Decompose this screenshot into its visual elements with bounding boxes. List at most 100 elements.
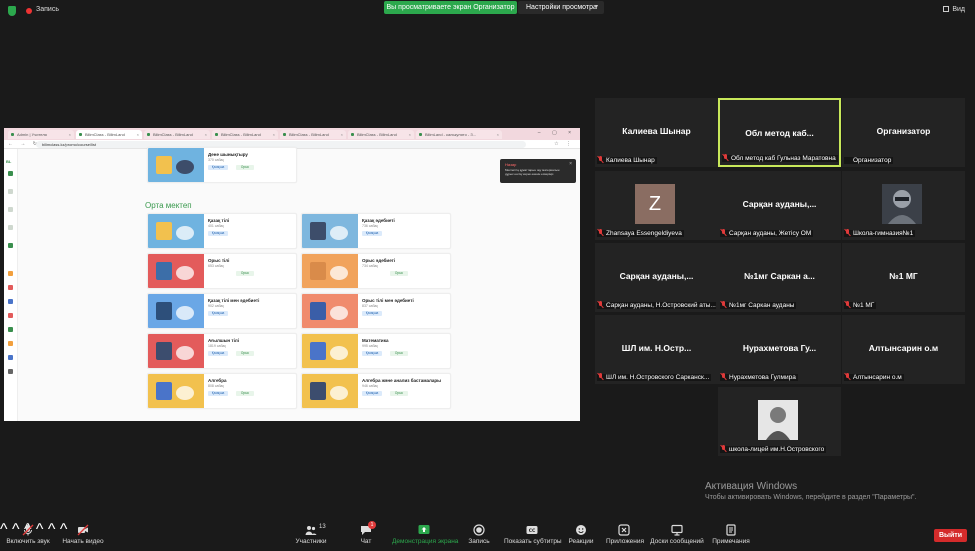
course-card[interactable]: Алгебра және анализ бастамалары 946 сабақ… xyxy=(301,373,451,409)
close-icon[interactable]: × xyxy=(205,130,207,139)
lang-tag[interactable]: Қазақша xyxy=(208,311,228,316)
lang-tag[interactable]: Қазақша xyxy=(362,351,382,356)
menu-icon[interactable] xyxy=(8,271,13,276)
course-lessons: 736 сабақ xyxy=(362,224,378,228)
lang-tag[interactable]: Орыс xyxy=(236,351,254,356)
menu-icon[interactable] xyxy=(8,327,13,332)
whiteboards-button[interactable]: Доски сообщений xyxy=(650,523,704,545)
view-button[interactable]: Вид xyxy=(943,6,965,13)
close-icon[interactable]: × xyxy=(409,130,411,139)
participant-tile[interactable]: Алтынсарин о.м Алтынсарин о.м xyxy=(842,315,965,384)
mic-muted-icon xyxy=(721,445,726,452)
lang-tag[interactable]: Орыс xyxy=(236,165,254,170)
apps-button[interactable]: Приложения xyxy=(606,523,644,545)
menu-icon[interactable] xyxy=(8,243,13,248)
menu-icon[interactable] xyxy=(8,225,13,230)
participant-tile[interactable]: №1мг Саркан а... №1мг Саркан ауданы xyxy=(718,243,841,312)
close-icon[interactable]: × xyxy=(497,130,499,139)
record-button[interactable]: Запись xyxy=(468,523,490,545)
lang-tag[interactable]: Қазақша xyxy=(208,391,228,396)
close-icon[interactable]: × xyxy=(137,130,139,139)
participant-tile[interactable]: Нурахметова Гу... Нурахметова Гулмира xyxy=(718,315,841,384)
course-thumbnail xyxy=(148,374,204,408)
lang-tag[interactable]: Қазақша xyxy=(362,231,382,236)
menu-icon[interactable] xyxy=(8,207,13,212)
menu-icon[interactable] xyxy=(8,313,13,318)
browser-tab[interactable]: BilimClass - BilimLand × xyxy=(348,130,414,139)
lang-tag[interactable]: Қазақша xyxy=(208,351,228,356)
close-icon[interactable]: × xyxy=(569,161,572,167)
participants-button[interactable]: 13 Участники xyxy=(294,523,328,545)
course-title: Орыс тілі мен әдебиеті xyxy=(362,298,414,303)
course-card[interactable]: Дене шынықтыру 370 сабақ Қазақша Орыс xyxy=(147,147,297,183)
captions-button[interactable]: CC Показать субтитры xyxy=(504,523,562,545)
participant-display-name: №1 МГ xyxy=(889,271,918,281)
lang-tag[interactable]: Орыс xyxy=(390,271,408,276)
unmute-button[interactable]: Включить звук xyxy=(6,523,50,545)
browser-menu-icon[interactable]: ☆ ⋮ xyxy=(554,141,574,147)
browser-tab[interactable]: BilimClass - BilimLand × xyxy=(280,130,346,139)
participant-tile[interactable]: Обл метод каб... Обл метод каб Гульназ Ма… xyxy=(718,98,841,167)
participants-count: 13 xyxy=(319,524,326,530)
notes-button[interactable]: Примечания xyxy=(712,523,750,545)
home-icon[interactable] xyxy=(8,171,13,176)
participant-tile[interactable]: школа-лицей им.Н.Островского xyxy=(718,387,841,456)
participant-tile[interactable]: Z Zhansaya Essengeldiyeva xyxy=(595,171,718,240)
menu-icon[interactable] xyxy=(8,341,13,346)
lang-tag[interactable]: Орыс xyxy=(236,391,254,396)
browser-tab[interactable]: BilimClass - BilimLand × xyxy=(144,130,210,139)
browser-tab[interactable]: BilimLand - калькулято - З... × xyxy=(416,130,502,139)
menu-icon[interactable] xyxy=(8,285,13,290)
lang-tag[interactable]: Қазақша xyxy=(208,165,228,170)
menu-icon[interactable] xyxy=(8,355,13,360)
participant-tile[interactable]: Школа-гимназия№1 xyxy=(842,171,965,240)
video-off-icon xyxy=(77,523,89,536)
participant-label: Алтынсарин о.м xyxy=(844,374,904,381)
browser-tab[interactable]: Admin | Учителя × xyxy=(8,130,74,139)
leave-button[interactable]: Выйти xyxy=(934,529,967,542)
chat-button[interactable]: 1 Чат xyxy=(356,521,376,545)
menu-icon[interactable] xyxy=(8,299,13,304)
close-icon[interactable]: × xyxy=(341,130,343,139)
window-controls[interactable]: – ▢ × xyxy=(538,130,576,136)
course-card[interactable]: Қазақ әдебиеті 736 сабақ Қазақша xyxy=(301,213,451,249)
course-card[interactable]: Орыс тілі мен әдебиеті 837 сабақ Қазақша xyxy=(301,293,451,329)
participant-tile[interactable]: №1 МГ №1 МГ xyxy=(842,243,965,312)
share-screen-button[interactable]: Демонстрация экрана xyxy=(392,523,458,545)
course-card[interactable]: Орыс әдебиеті 734 сабақ Орыс xyxy=(301,253,451,289)
lang-tag[interactable]: Қазақша xyxy=(208,231,228,236)
course-card[interactable]: Қазақ тілі 401 сабақ Қазақша xyxy=(147,213,297,249)
course-card[interactable]: Математика 995 сабақ Қазақша Орыс xyxy=(301,333,451,369)
site-logo-icon[interactable]: BL xyxy=(6,159,11,164)
view-settings-button[interactable]: Настройки просмотра ▾ xyxy=(518,1,604,14)
participant-tile[interactable]: ШЛ им. Н.Остр... ШЛ им. Н.Островского Сар… xyxy=(595,315,718,384)
course-card[interactable]: Алгебра 808 сабақ Қазақша Орыс xyxy=(147,373,297,409)
close-icon[interactable]: × xyxy=(273,130,275,139)
participant-tile[interactable]: Организатор Организатор xyxy=(842,98,965,167)
course-card[interactable]: Ағылшын тілі 1819 сабақ Қазақша Орыс xyxy=(147,333,297,369)
reactions-button[interactable]: Реакции xyxy=(568,523,594,545)
participant-tile[interactable]: Сарқан ауданы,... Сарқан ауданы, Н.Остров… xyxy=(595,243,718,312)
course-card[interactable]: Орыс тілі 653 сабақ Орыс xyxy=(147,253,297,289)
recording-label[interactable]: Запись xyxy=(36,6,59,13)
course-title: Дене шынықтыру xyxy=(208,152,248,157)
participant-tile[interactable]: Калиева Шынар Калиева Шынар xyxy=(595,98,718,167)
view-label: Вид xyxy=(952,6,965,13)
lang-tag[interactable]: Орыс xyxy=(390,391,408,396)
browser-tab[interactable]: BilimClass - BilimLand × xyxy=(212,130,278,139)
lang-tag[interactable]: Орыс xyxy=(390,351,408,356)
participant-tile[interactable]: Сарқан ауданы,... Сарқан ауданы, Жетісу О… xyxy=(718,171,841,240)
course-thumbnail xyxy=(302,254,358,288)
close-icon[interactable]: × xyxy=(69,130,71,139)
lang-tag[interactable]: Қазақша xyxy=(362,391,382,396)
security-shield-icon[interactable] xyxy=(8,6,16,16)
apps-icon xyxy=(618,523,630,536)
course-title: Қазақ әдебиеті xyxy=(362,218,395,223)
start-video-button[interactable]: Начать видео xyxy=(62,523,104,545)
menu-icon[interactable] xyxy=(8,369,13,374)
browser-tab[interactable]: BilimClass - BilimLand × xyxy=(76,130,142,139)
course-card[interactable]: Қазақ тілі мен әдебиеті 902 сабақ Қазақша xyxy=(147,293,297,329)
menu-icon[interactable] xyxy=(8,189,13,194)
lang-tag[interactable]: Қазақша xyxy=(362,311,382,316)
lang-tag[interactable]: Орыс xyxy=(236,271,254,276)
